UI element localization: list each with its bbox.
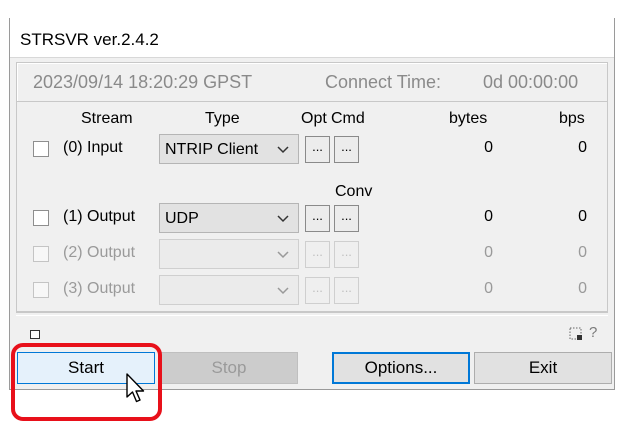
status-bar: ? xyxy=(16,312,608,346)
stream-1-conv-button[interactable]: ... xyxy=(334,205,359,232)
stream-3-checkbox[interactable] xyxy=(33,282,49,298)
stream-1-type-value: UDP xyxy=(165,210,199,227)
header-cmd: Cmd xyxy=(331,110,365,127)
window-title: STRSVR ver.2.4.2 xyxy=(20,30,159,49)
strsvr-window: STRSVR ver.2.4.2 2023/09/14 18:20:29 GPS… xyxy=(9,18,615,390)
mouse-cursor-icon xyxy=(126,373,145,403)
stream-1-checkbox[interactable] xyxy=(33,210,49,226)
datetime-display: 2023/09/14 18:20:29 GPST xyxy=(33,72,253,92)
stream-2-conv-button: ... xyxy=(334,241,359,268)
stream-1-bytes: 0 xyxy=(484,208,493,225)
stream-2-opt-button: ... xyxy=(305,241,330,268)
stream-0-bytes: 0 xyxy=(484,139,493,156)
stream-2-checkbox[interactable] xyxy=(33,246,49,262)
stream-row-1: (1) Output UDP ... ... 0 0 xyxy=(17,203,607,233)
stream-0-label: (0) Input xyxy=(63,139,123,156)
stream-0-opt-button[interactable]: ... xyxy=(305,136,330,163)
stream-1-opt-button[interactable]: ... xyxy=(305,205,330,232)
stream-row-3: (3) Output ... ... 0 0 xyxy=(17,275,607,305)
stream-3-type-select xyxy=(159,275,299,305)
header-conv: Conv xyxy=(335,183,373,200)
stream-3-bps: 0 xyxy=(578,280,587,297)
chevron-down-icon xyxy=(277,287,289,295)
header-bps: bps xyxy=(559,110,585,127)
stream-2-bytes: 0 xyxy=(484,244,493,261)
time-panel: 2023/09/14 18:20:29 GPST Connect Time: 0… xyxy=(16,62,608,102)
chevron-down-icon xyxy=(277,215,289,223)
stream-3-bytes: 0 xyxy=(484,280,493,297)
title-bar: STRSVR ver.2.4.2 xyxy=(10,18,614,58)
chevron-down-icon xyxy=(277,146,289,154)
options-button[interactable]: Options... xyxy=(332,352,470,384)
divider xyxy=(16,312,608,316)
exit-button[interactable]: Exit xyxy=(474,352,612,384)
header-opt: Opt xyxy=(301,110,327,127)
connect-time-label: Connect Time: xyxy=(325,72,442,92)
stream-panel: Stream Type Opt Cmd bytes bps (0) Input … xyxy=(16,102,608,312)
size-grip-icon[interactable] xyxy=(569,327,583,341)
stream-0-type-value: NTRIP Client xyxy=(165,141,259,158)
stop-button: Stop xyxy=(160,352,298,384)
help-icon[interactable]: ? xyxy=(589,324,597,341)
stream-2-label: (2) Output xyxy=(63,244,136,261)
chevron-down-icon xyxy=(277,251,289,259)
stream-1-label: (1) Output xyxy=(63,208,136,225)
stream-3-opt-button: ... xyxy=(305,277,330,304)
header-stream: Stream xyxy=(81,110,133,127)
stream-2-type-select xyxy=(159,239,299,269)
tray-icon[interactable] xyxy=(30,330,40,339)
stream-0-checkbox[interactable] xyxy=(33,141,49,157)
stream-0-cmd-button[interactable]: ... xyxy=(334,136,359,163)
stream-row-2: (2) Output ... ... 0 0 xyxy=(17,239,607,269)
stream-3-conv-button: ... xyxy=(334,277,359,304)
connect-time-value: 0d 00:00:00 xyxy=(483,72,579,92)
stream-1-bps: 0 xyxy=(578,208,587,225)
stream-0-type-select[interactable]: NTRIP Client xyxy=(159,134,299,164)
stream-2-bps: 0 xyxy=(578,244,587,261)
stream-3-label: (3) Output xyxy=(63,280,136,297)
stream-0-bps: 0 xyxy=(578,139,587,156)
stream-row-0: (0) Input NTRIP Client ... ... 0 0 xyxy=(17,134,607,164)
header-type: Type xyxy=(205,110,240,127)
stream-1-type-select[interactable]: UDP xyxy=(159,203,299,233)
header-bytes: bytes xyxy=(449,110,488,127)
